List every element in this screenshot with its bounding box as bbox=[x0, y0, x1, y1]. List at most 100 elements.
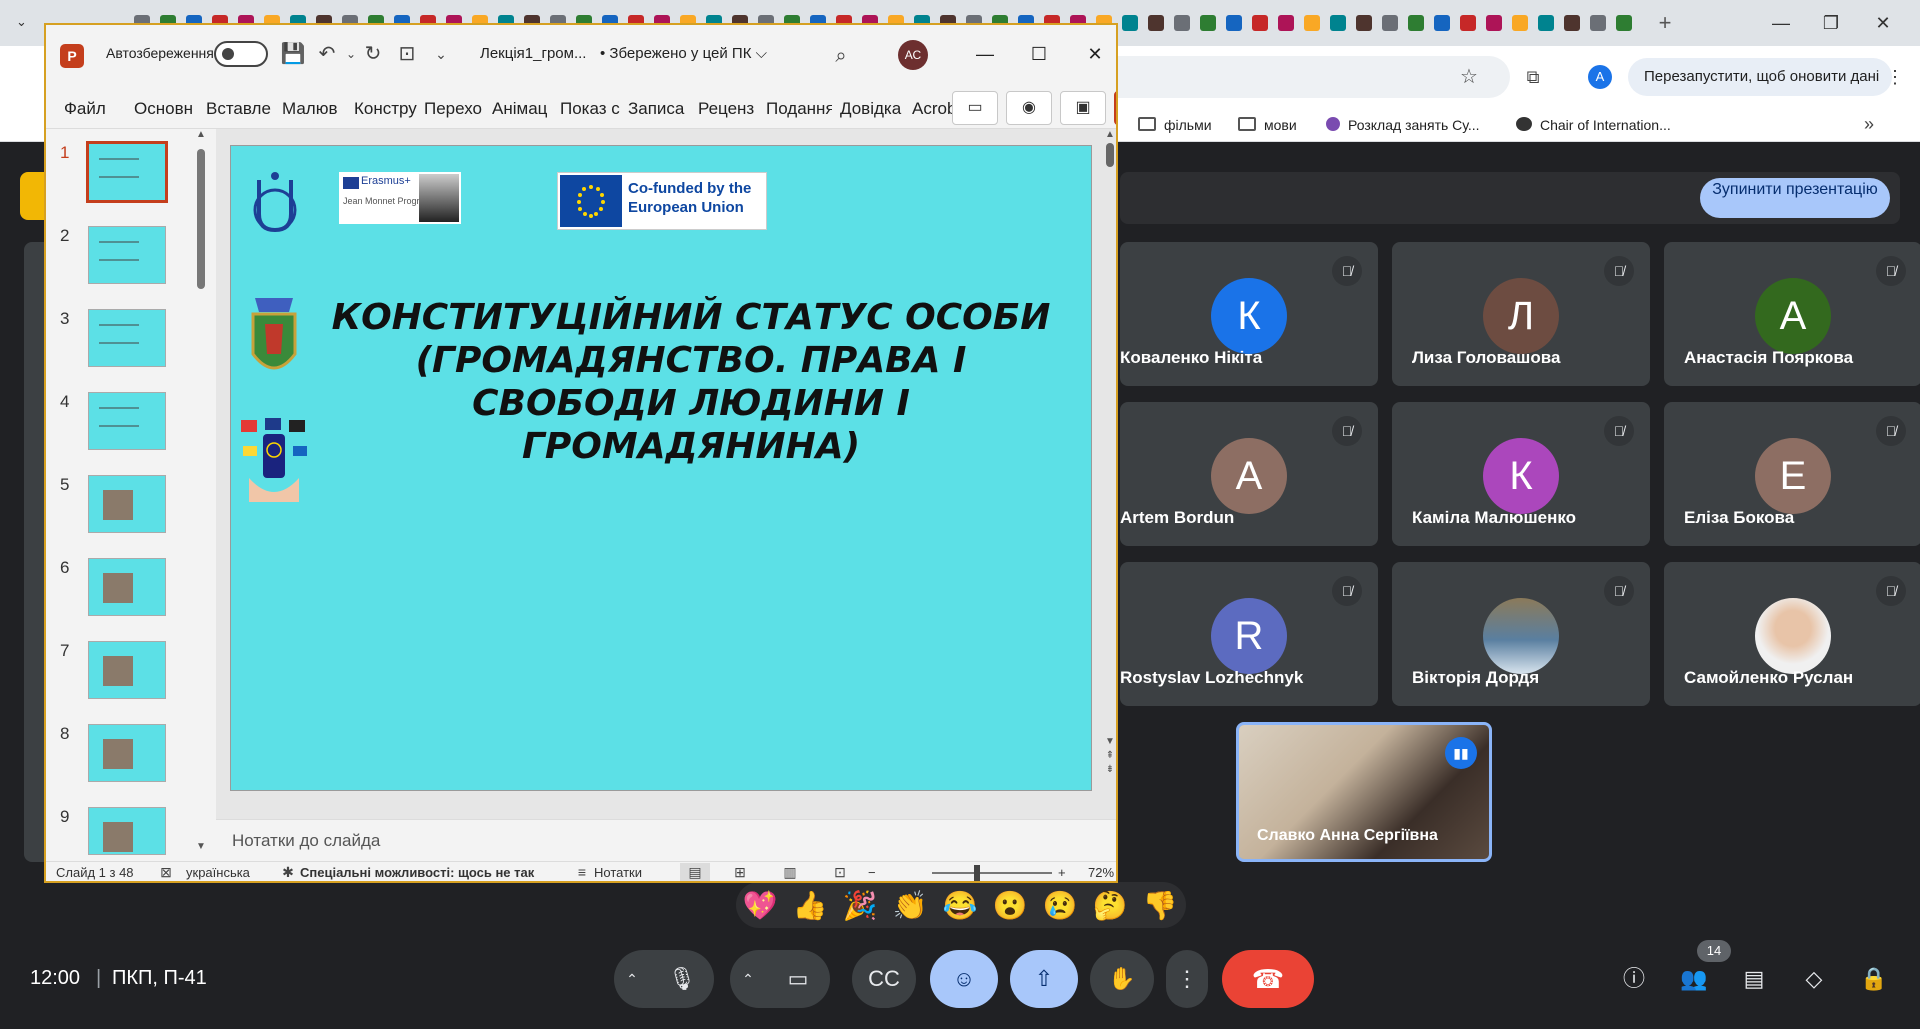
stop-presenting-button[interactable]: Зупинити презентацію bbox=[1700, 178, 1890, 218]
mic-icon[interactable]: 🎙 bbox=[650, 950, 714, 1008]
bookmark-chair[interactable]: Chair of Internation... bbox=[1516, 115, 1671, 135]
tab-favicon[interactable] bbox=[1356, 15, 1372, 31]
ribbon-tab[interactable]: Реценз bbox=[698, 97, 760, 121]
ribbon-tab[interactable]: Подання bbox=[766, 97, 832, 121]
participant-tile[interactable]: 🎙̸ К Каміла Малюшенко bbox=[1392, 402, 1650, 546]
current-slide[interactable]: Erasmus+ Jean Monnet Programme Co-funded… bbox=[230, 145, 1092, 791]
reaction-emoji[interactable]: 😂 bbox=[942, 888, 978, 924]
notes-toggle[interactable]: Нотатки bbox=[594, 865, 642, 881]
tab-favicon[interactable] bbox=[1148, 15, 1164, 31]
save-status[interactable]: • Збережено у цей ПК ⌵ bbox=[600, 45, 767, 62]
document-name[interactable]: Лекція1_гром... bbox=[480, 45, 586, 62]
profile-avatar[interactable]: A bbox=[1588, 65, 1612, 89]
tab-favicon[interactable] bbox=[1434, 15, 1450, 31]
reading-view-icon[interactable]: ▥ bbox=[780, 863, 800, 881]
tab-favicon[interactable] bbox=[1330, 15, 1346, 31]
user-avatar[interactable]: АС bbox=[898, 40, 928, 70]
tab-favicon[interactable] bbox=[1460, 15, 1476, 31]
slide-thumbnail[interactable] bbox=[88, 807, 166, 855]
autosave-toggle[interactable] bbox=[214, 41, 268, 67]
reaction-emoji[interactable]: 🎉 bbox=[842, 888, 878, 924]
tab-favicon[interactable] bbox=[1252, 15, 1268, 31]
participant-tile[interactable]: 🎙̸ К Коваленко Нікіта bbox=[1120, 242, 1378, 386]
reaction-emoji[interactable]: 👍 bbox=[792, 888, 828, 924]
tab-favicon[interactable] bbox=[1278, 15, 1294, 31]
self-video-tile[interactable]: ▮▮ Славко Анна Сергіївна bbox=[1236, 722, 1492, 862]
close-icon[interactable]: ✕ bbox=[1868, 10, 1898, 36]
people-icon[interactable]: 👥 bbox=[1678, 962, 1710, 996]
tab-favicon[interactable] bbox=[1174, 15, 1190, 31]
address-bar[interactable] bbox=[1100, 56, 1510, 98]
normal-view-icon[interactable]: ▤ bbox=[680, 863, 710, 881]
audio-options-chevron-icon[interactable]: ⌃ bbox=[614, 950, 650, 1008]
ribbon-tab[interactable]: Файл bbox=[64, 97, 120, 121]
participant-tile[interactable]: 🎙̸ Вікторія Дордя bbox=[1392, 562, 1650, 706]
participant-tile[interactable]: 🎙̸ R Rostyslav Lozhechnyk bbox=[1120, 562, 1378, 706]
restore-icon[interactable]: ❐ bbox=[1816, 10, 1846, 36]
bookmark-star-icon[interactable]: ☆ bbox=[1458, 66, 1480, 88]
ribbon-tab[interactable]: Записа bbox=[628, 97, 690, 121]
slide-navigation-icon[interactable]: ▼ ⇞ ⇟ bbox=[1104, 735, 1116, 799]
zoom-in-button[interactable]: + bbox=[1058, 865, 1066, 881]
participant-tile[interactable]: 🎙̸ А Анастасія Пояркова bbox=[1664, 242, 1920, 386]
tab-favicon[interactable] bbox=[1564, 15, 1580, 31]
captions-icon[interactable]: CC bbox=[852, 950, 916, 1008]
zoom-level[interactable]: 72% bbox=[1088, 865, 1114, 881]
tab-favicon[interactable] bbox=[1408, 15, 1424, 31]
present-screen-icon[interactable]: ⇧ bbox=[1010, 950, 1078, 1008]
minimize-icon[interactable]: — bbox=[970, 41, 1000, 67]
reaction-emoji[interactable]: 😮 bbox=[992, 888, 1028, 924]
ribbon-tab[interactable]: Вставле bbox=[206, 97, 276, 121]
customize-toolbar-icon[interactable]: ⌄ bbox=[428, 41, 454, 67]
ribbon-tab[interactable]: Показ с bbox=[560, 97, 622, 121]
tab-favicon[interactable] bbox=[1512, 15, 1528, 31]
zoom-slider[interactable] bbox=[932, 872, 1052, 874]
ribbon-tab[interactable]: Анімац bbox=[492, 97, 554, 121]
maximize-icon[interactable]: ☐ bbox=[1024, 41, 1054, 67]
reaction-emoji[interactable]: 👏 bbox=[892, 888, 928, 924]
search-icon[interactable]: ⌕ bbox=[828, 43, 854, 69]
slide-thumbnail[interactable] bbox=[88, 226, 166, 284]
tab-favicon[interactable] bbox=[1122, 15, 1138, 31]
relaunch-button[interactable]: Перезапустити, щоб оновити дані bbox=[1628, 58, 1892, 96]
comments-icon[interactable]: ▭ bbox=[952, 91, 998, 125]
language-indicator[interactable]: українська bbox=[186, 865, 250, 881]
present-from-start-icon[interactable]: ⊡ bbox=[394, 41, 420, 67]
reaction-emoji[interactable]: 😢 bbox=[1042, 888, 1078, 924]
record-icon[interactable]: ◉ bbox=[1006, 91, 1052, 125]
spellcheck-icon[interactable]: ⊠ bbox=[156, 863, 176, 881]
share-icon[interactable]: ⇪ bbox=[1114, 91, 1116, 125]
tab-favicon[interactable] bbox=[1486, 15, 1502, 31]
raise-hand-icon[interactable]: ✋ bbox=[1090, 950, 1154, 1008]
teams-present-icon[interactable]: ▣ bbox=[1060, 91, 1106, 125]
participant-tile[interactable]: 🎙̸ A Artem Bordun bbox=[1120, 402, 1378, 546]
redo-icon[interactable]: ↻ bbox=[360, 41, 386, 67]
scroll-down-icon[interactable]: ▼ bbox=[196, 841, 206, 855]
accessibility-icon[interactable]: ✱ bbox=[278, 863, 298, 881]
slide-thumbnail[interactable] bbox=[88, 475, 166, 533]
slide-thumbnail[interactable] bbox=[88, 641, 166, 699]
tab-search-icon[interactable]: ⌄ bbox=[16, 14, 34, 32]
notes-placeholder[interactable]: Нотатки до слайда bbox=[232, 831, 380, 851]
reaction-emoji[interactable]: 🤔 bbox=[1092, 888, 1128, 924]
participant-tile[interactable]: 🎙̸ Е Еліза Бокова bbox=[1664, 402, 1920, 546]
activities-icon[interactable]: ◇ bbox=[1798, 962, 1830, 996]
zoom-out-button[interactable]: − bbox=[868, 865, 876, 881]
host-controls-icon[interactable]: 🔒 bbox=[1858, 962, 1890, 996]
chat-icon[interactable]: ▤ bbox=[1738, 962, 1770, 996]
slide-thumbnail[interactable] bbox=[86, 141, 168, 203]
new-tab-button[interactable]: + bbox=[1652, 10, 1678, 36]
ribbon-tab[interactable]: Малюв bbox=[282, 97, 348, 121]
slide-thumbnail[interactable] bbox=[88, 724, 166, 782]
scroll-up-icon[interactable]: ▲ bbox=[196, 129, 206, 143]
slideshow-icon[interactable]: ⊡ bbox=[830, 863, 850, 881]
bookmarks-overflow-icon[interactable]: » bbox=[1864, 114, 1874, 135]
notes-icon[interactable]: ≡ bbox=[572, 863, 592, 881]
leave-call-button[interactable]: ☎ bbox=[1222, 950, 1314, 1008]
close-icon[interactable]: ✕ bbox=[1080, 41, 1110, 67]
camera-icon[interactable]: ▭ bbox=[766, 950, 830, 1008]
scrollbar-thumb[interactable] bbox=[197, 149, 205, 289]
ribbon-tab[interactable]: Довідка bbox=[840, 97, 906, 121]
ribbon-tab[interactable]: Основн bbox=[134, 97, 200, 121]
slide-sorter-icon[interactable]: ⊞ bbox=[730, 863, 750, 881]
